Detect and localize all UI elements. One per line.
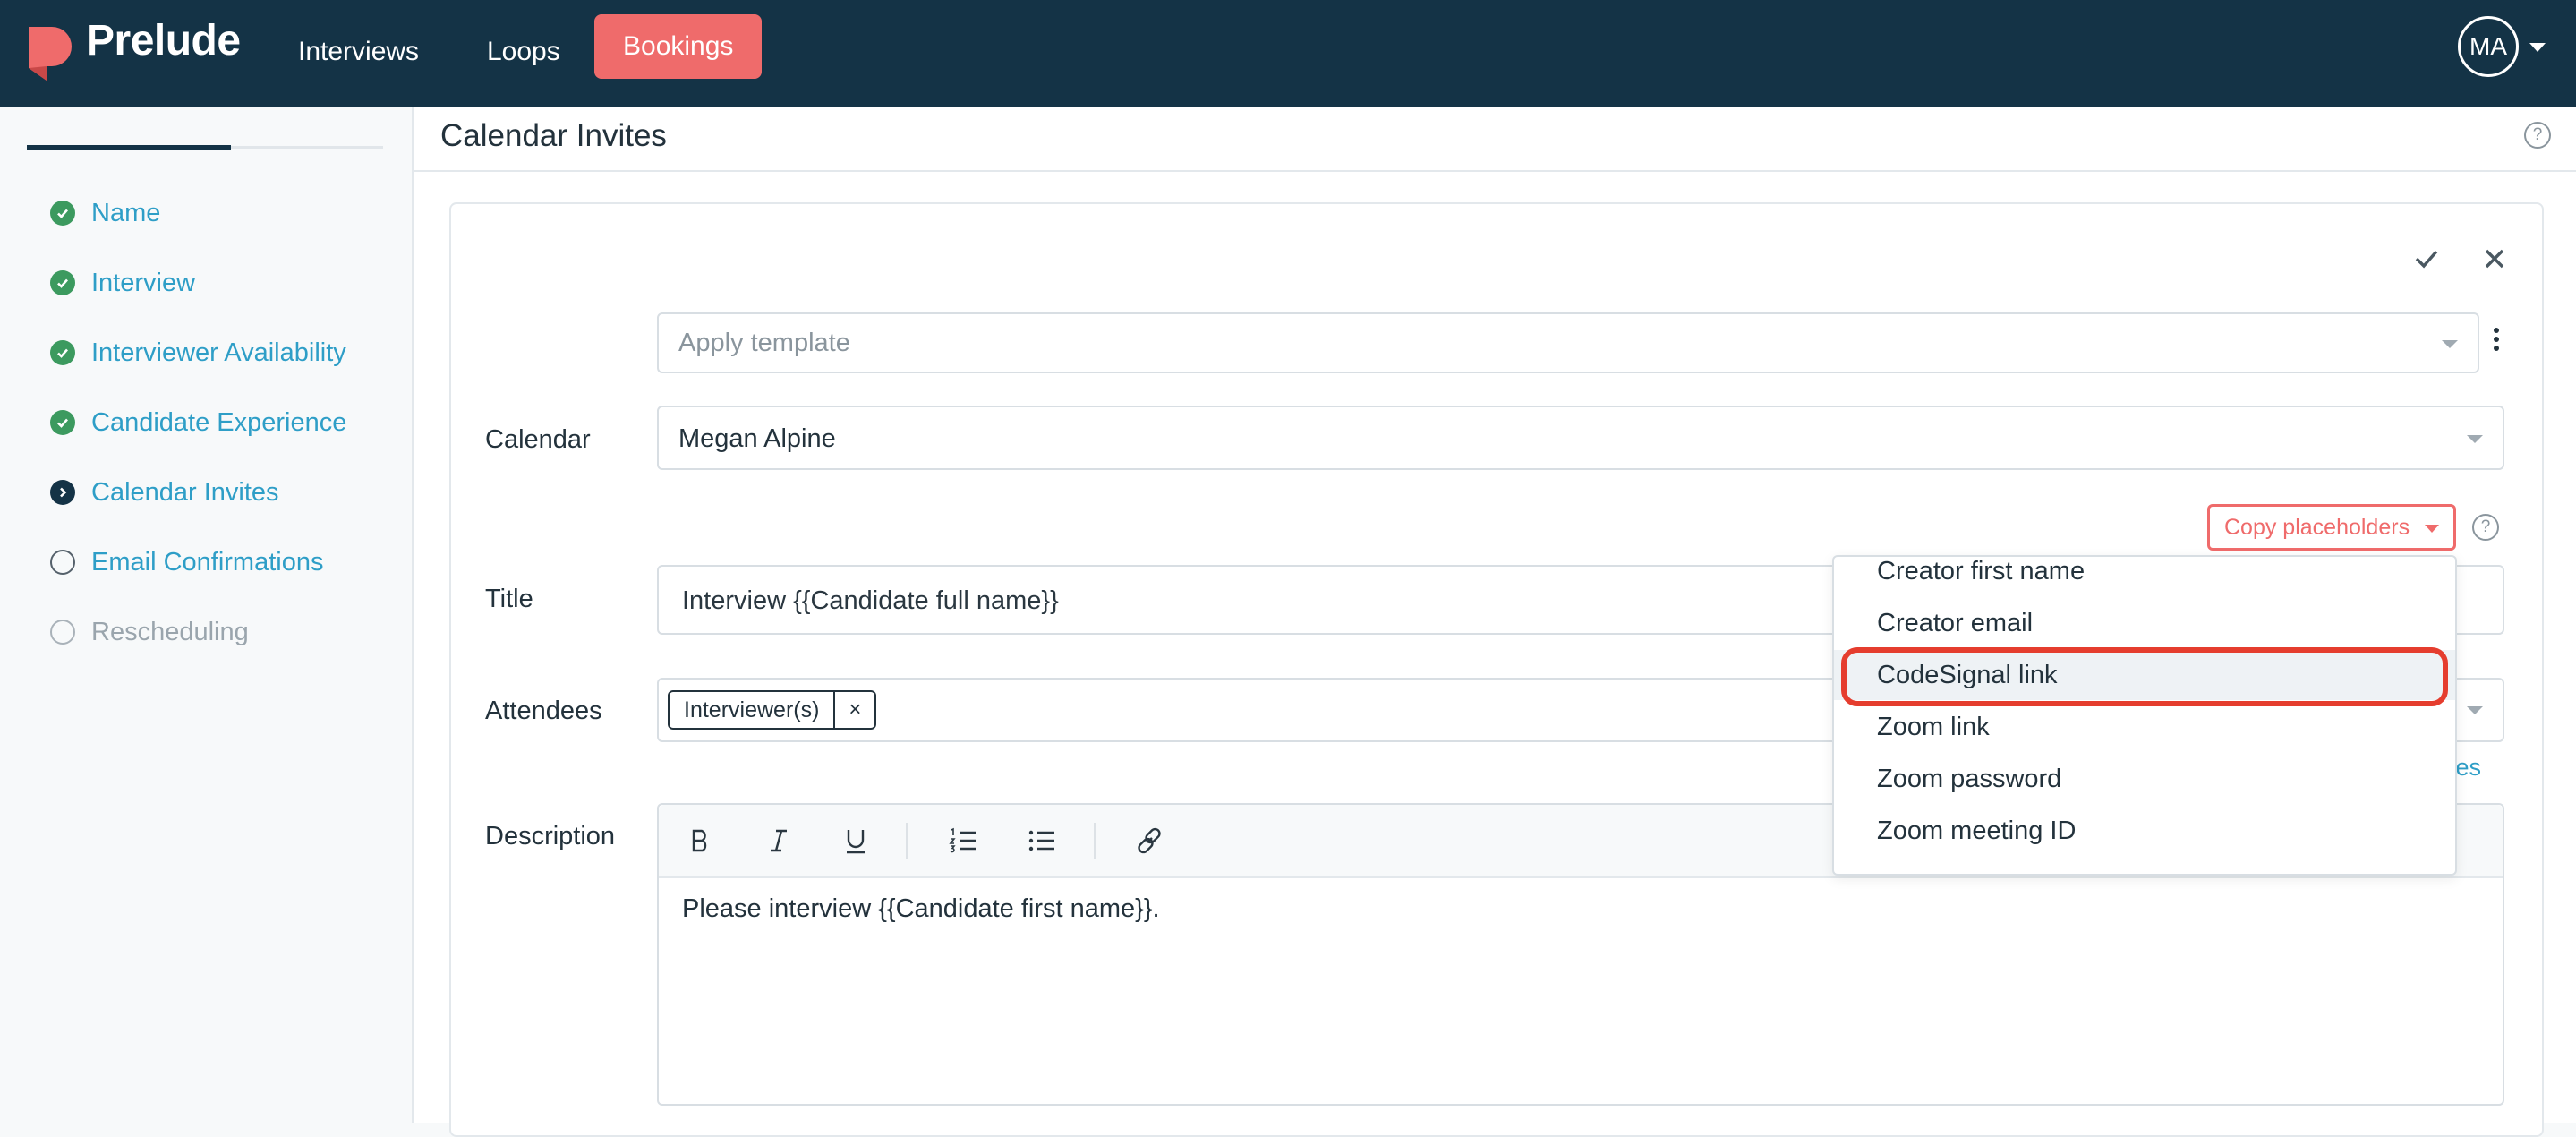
sidebar-step-label: Email Confirmations [91, 547, 324, 577]
link-icon[interactable] [1131, 823, 1167, 859]
sidebar-step-label: Interviewer Availability [91, 338, 346, 367]
sidebar-step-calendar-invites[interactable]: Calendar Invites [50, 473, 279, 512]
help-icon[interactable]: ? [2524, 122, 2551, 149]
sidebar-step-label: Interview [91, 268, 196, 297]
nav-bookings[interactable]: Bookings [594, 14, 763, 79]
chip-remove-icon[interactable]: × [835, 692, 874, 728]
sidebar-step-label: Rescheduling [91, 617, 249, 646]
sidebar-step-rescheduling: Rescheduling [50, 612, 249, 652]
more-options-icon[interactable] [2494, 328, 2501, 355]
title-value: Interview {{Candidate full name}} [682, 586, 1059, 615]
apply-template-select[interactable]: Apply template [657, 312, 2479, 373]
dropdown-item-zoom-password[interactable]: Zoom password [1834, 754, 2455, 804]
check-circle-icon [50, 340, 75, 365]
check-circle-icon [50, 201, 75, 226]
sidebar-step-interviewer-availability[interactable]: Interviewer Availability [50, 333, 346, 372]
title-label: Title [485, 585, 533, 613]
sidebar-step-email-confirmations[interactable]: Email Confirmations [50, 543, 323, 582]
copy-placeholders-label: Copy placeholders [2224, 515, 2410, 540]
attendees-label: Attendees [485, 697, 602, 725]
calendar-select[interactable]: Megan Alpine [657, 406, 2504, 470]
attendee-chip: Interviewer(s) × [668, 690, 877, 730]
dropdown-item-creator-email[interactable]: Creator email [1834, 598, 2455, 648]
dropdown-item-zoom-meeting-id[interactable]: Zoom meeting ID [1834, 806, 2455, 856]
caret-down-icon [2425, 525, 2439, 533]
copy-placeholders-button[interactable]: Copy placeholders [2207, 504, 2456, 551]
apply-template-placeholder: Apply template [678, 329, 850, 357]
sidebar-step-name[interactable]: Name [50, 193, 160, 233]
chevron-down-icon [2467, 706, 2483, 714]
underline-icon[interactable] [838, 823, 874, 859]
ordered-list-icon[interactable] [945, 823, 981, 859]
top-navbar: Prelude Interviews Loops Bookings MA [0, 0, 2576, 107]
toolbar-divider [906, 823, 908, 859]
user-avatar[interactable]: MA [2458, 16, 2519, 77]
dropdown-item-zoom-link[interactable]: Zoom link [1834, 702, 2455, 752]
sidebar-step-label: Name [91, 198, 161, 227]
check-circle-icon [50, 410, 75, 435]
bold-icon[interactable] [682, 823, 718, 859]
empty-circle-icon [50, 620, 75, 645]
empty-circle-icon [50, 550, 75, 575]
chevron-down-icon [2442, 340, 2458, 348]
sidebar-step-interview[interactable]: Interview [50, 263, 195, 303]
sidebar-step-label: Calendar Invites [91, 477, 279, 507]
calendar-value: Megan Alpine [678, 424, 836, 453]
user-menu-caret-icon[interactable] [2529, 43, 2546, 52]
page-header: Calendar Invites ? [414, 107, 2576, 172]
nav-loops[interactable]: Loops [487, 29, 560, 75]
nav-interviews[interactable]: Interviews [298, 29, 419, 75]
close-icon[interactable] [2479, 244, 2510, 274]
check-circle-icon [50, 270, 75, 295]
toolbar-divider [1094, 823, 1096, 859]
sidebar-step-candidate-experience[interactable]: Candidate Experience [50, 403, 346, 442]
chevron-right-circle-icon [50, 480, 75, 505]
description-label: Description [485, 822, 616, 851]
help-icon[interactable]: ? [2472, 514, 2499, 541]
bullet-list-icon[interactable] [1024, 823, 1060, 859]
calendar-label: Calendar [485, 425, 591, 454]
page-title: Calendar Invites [440, 118, 667, 153]
attendee-chip-label: Interviewer(s) [670, 692, 836, 728]
italic-icon[interactable] [761, 823, 797, 859]
description-text: Please interview {{Candidate first name}… [682, 894, 1160, 923]
prelude-logo-icon[interactable] [25, 23, 75, 84]
chevron-down-icon [2467, 435, 2483, 443]
dropdown-item-codesignal-link[interactable]: CodeSignal link [1834, 650, 2455, 700]
placeholders-dropdown: Creator first name Creator email CodeSig… [1832, 555, 2457, 876]
brand-name[interactable]: Prelude [86, 16, 241, 65]
progress-fill [27, 145, 231, 150]
sidebar-step-label: Candidate Experience [91, 407, 347, 437]
check-icon[interactable] [2411, 244, 2442, 274]
dropdown-item-creator-first-name[interactable]: Creator first name [1834, 557, 2455, 596]
